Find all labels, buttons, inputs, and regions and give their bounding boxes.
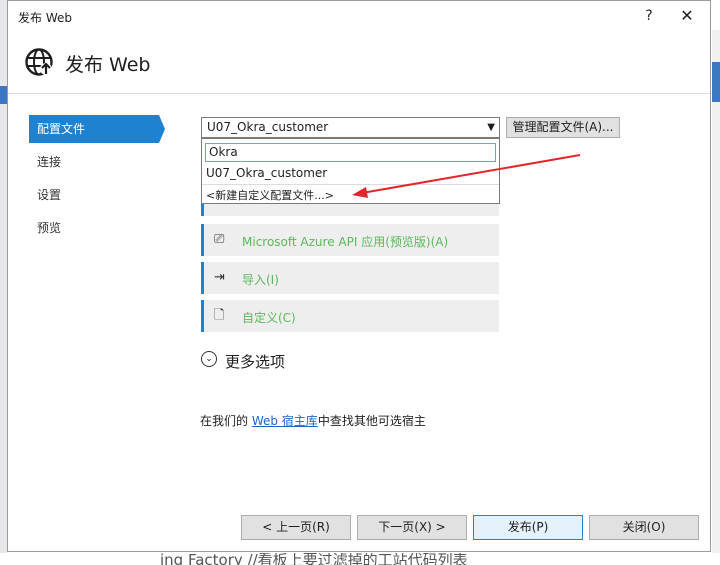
target-label: 自定义(C) — [242, 311, 296, 325]
target-custom[interactable]: 🗋 自定义(C) — [201, 300, 499, 332]
background-ide-accent-right — [712, 62, 720, 102]
background-ide-left — [0, 0, 7, 565]
target-label: Microsoft Azure API 应用(预览版)(A) — [242, 235, 449, 249]
background-ide-right — [712, 30, 720, 565]
chevron-down-icon: ▼ — [487, 122, 495, 133]
nav-item-profile[interactable]: 配置文件 — [29, 115, 159, 143]
background-ide-accent — [0, 86, 7, 104]
header-title: 发布 Web — [65, 54, 151, 76]
azure-api-icon: ⎚ — [214, 232, 225, 247]
help-button[interactable]: ? — [638, 5, 660, 27]
web-hosts-gallery-link[interactable]: Web 宿主库 — [252, 414, 318, 428]
profile-select-value: U07_Okra_customer — [207, 120, 329, 134]
profile-filter-input[interactable]: Okra — [205, 143, 496, 162]
previous-button[interactable]: < 上一页(R) — [241, 515, 351, 540]
profile-select[interactable]: U07_Okra_customer ▼ — [201, 117, 500, 138]
dropdown-separator — [202, 184, 499, 185]
profile-dropdown-list: Okra U07_Okra_customer <新建自定义配置文件...> — [201, 138, 500, 204]
background-ide-code: ing Factory //看板上要过滤掉的工站代码列表 — [0, 553, 720, 565]
find-hosts-text: 在我们的 Web 宿主库中查找其他可选宿主 — [200, 412, 426, 429]
nav-item-preview[interactable]: 预览 — [29, 214, 159, 242]
close-button[interactable]: 关闭(O) — [589, 515, 699, 540]
more-options-label: 更多选项 — [225, 353, 286, 371]
custom-file-icon: 🗋 — [214, 308, 225, 323]
target-label: 导入(I) — [242, 273, 279, 287]
find-hosts-prefix: 在我们的 — [200, 414, 252, 428]
title-bar[interactable]: 发布 Web ? ✕ — [8, 1, 710, 31]
find-hosts-suffix: 中查找其他可选宿主 — [317, 414, 426, 428]
manage-profiles-button[interactable]: 管理配置文件(A)... — [506, 117, 620, 138]
target-import[interactable]: ⇥ 导入(I) — [201, 262, 499, 294]
close-window-button[interactable]: ✕ — [676, 5, 698, 27]
import-icon: ⇥ — [214, 270, 225, 285]
next-button[interactable]: 下一页(X) > — [357, 515, 467, 540]
chevron-down-circle-icon: ⌄ — [201, 351, 217, 367]
background-code-line: ing Factory //看板上要过滤掉的工站代码列表 — [160, 553, 468, 565]
header-divider — [8, 93, 710, 94]
nav-item-settings[interactable]: 设置 — [29, 181, 159, 209]
window-title: 发布 Web — [18, 11, 72, 25]
new-custom-profile-option[interactable]: <新建自定义配置文件...> — [206, 187, 334, 203]
profile-option[interactable]: U07_Okra_customer — [206, 166, 327, 180]
publish-button[interactable]: 发布(P) — [473, 515, 583, 540]
nav-item-connection[interactable]: 连接 — [29, 148, 159, 176]
target-azure-api-app[interactable]: ⎚ Microsoft Azure API 应用(预览版)(A) — [201, 224, 499, 256]
globe-publish-icon — [25, 48, 53, 76]
nav-active-arrow — [159, 115, 165, 143]
dialog-header: 发布 Web — [8, 31, 710, 93]
